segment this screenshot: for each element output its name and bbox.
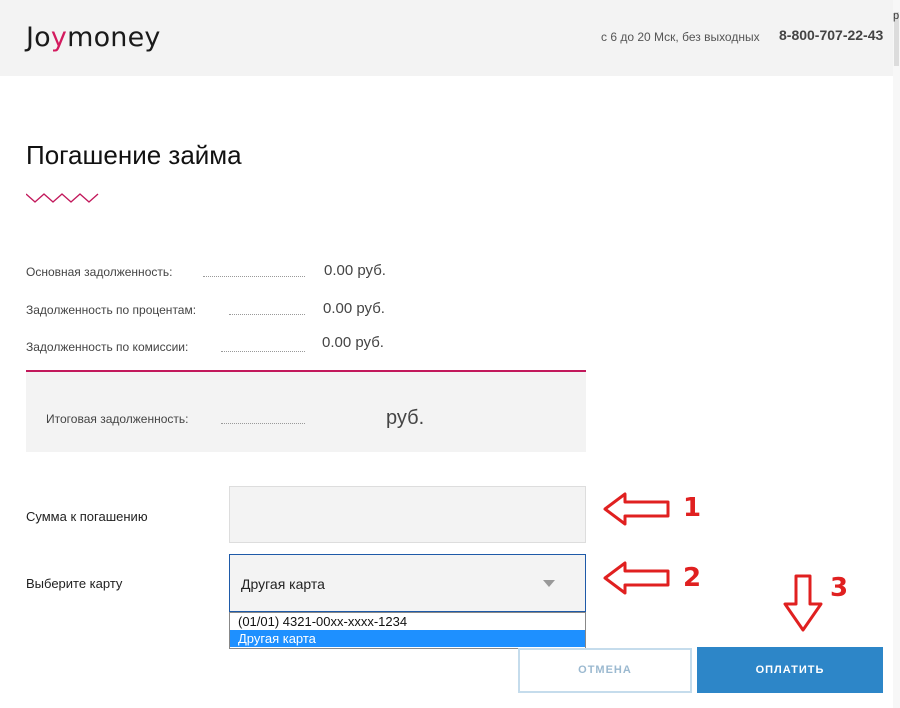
amount-label: Сумма к погашению (26, 509, 148, 524)
card-option-saved[interactable]: (01/01) 4321-00xx-xxxx-1234 (230, 613, 585, 630)
annotation-number-3: 3 (830, 573, 849, 603)
arrow-left-icon (603, 492, 670, 526)
dotted-leader (203, 276, 305, 277)
dotted-leader (221, 423, 305, 424)
cancel-button[interactable]: ОТМЕНА (518, 648, 692, 693)
debt-interest-label: Задолженность по процентам: (26, 303, 197, 317)
debt-commission-label: Задолженность по комиссии: (26, 340, 189, 354)
arrow-left-icon (603, 561, 670, 595)
zigzag-decoration (26, 193, 99, 203)
working-hours: с 6 до 20 Мск, без выходных (601, 30, 760, 44)
chevron-down-icon[interactable] (543, 580, 555, 587)
right-scrollbar[interactable] (893, 0, 900, 708)
card-label: Выберите карту (26, 576, 123, 591)
debt-principal-label: Основная задолженность: (26, 265, 173, 279)
pay-button[interactable]: ОПЛАТИТЬ (697, 647, 883, 693)
debt-principal-value: 0.00 руб. (324, 262, 386, 279)
total-debt-label: Итоговая задолженность: (46, 412, 189, 426)
debt-commission-value: 0.00 руб. (322, 334, 384, 351)
page-title: Погашение займа (26, 140, 242, 170)
amount-input[interactable] (229, 486, 586, 543)
site-header: Joymoney с 6 до 20 Мск, без выходных 8-8… (0, 0, 893, 76)
card-select-value: Другая карта (241, 576, 325, 592)
card-select[interactable]: Другая карта (229, 554, 586, 612)
debt-interest-value: 0.00 руб. (323, 300, 385, 317)
card-dropdown[interactable]: (01/01) 4321-00xx-xxxx-1234 Другая карта (229, 612, 586, 649)
dotted-leader (221, 351, 305, 352)
total-debt-box: Итоговая задолженность: руб. (26, 370, 586, 452)
annotation-number-1: 1 (683, 493, 702, 523)
annotation-number-2: 2 (683, 563, 702, 593)
dotted-leader (229, 314, 305, 315)
total-debt-value: руб. (386, 407, 425, 429)
joymoney-logo[interactable]: Joymoney (26, 22, 161, 53)
cropped-text: р (893, 10, 900, 22)
phone-number[interactable]: 8-800-707-22-43 (779, 27, 883, 43)
arrow-down-icon (783, 574, 823, 632)
card-option-other[interactable]: Другая карта (230, 630, 585, 647)
